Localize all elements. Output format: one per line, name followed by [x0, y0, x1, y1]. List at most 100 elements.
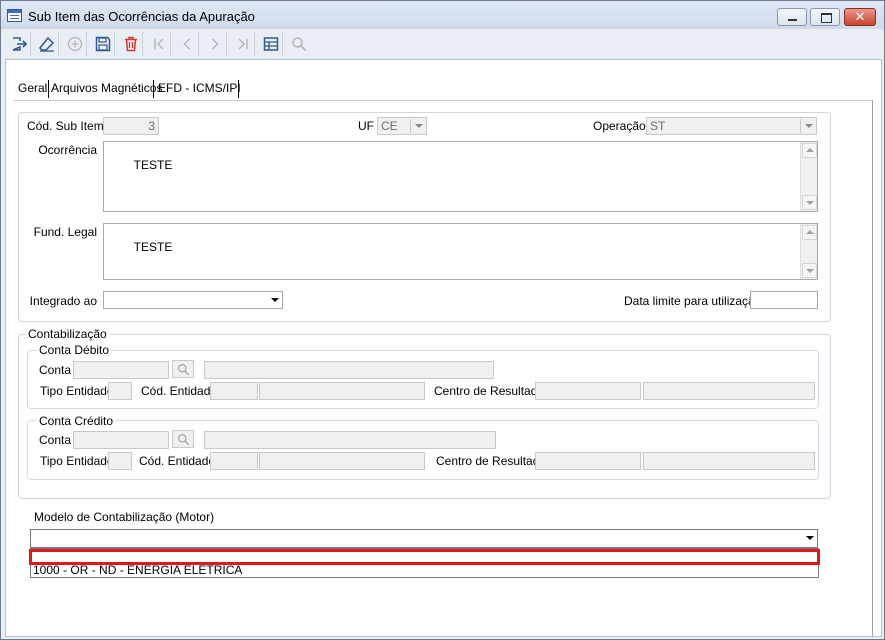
- contabilizacao-label: Contabilização: [26, 327, 109, 341]
- credito-centro-resultado-label: Centro de Resultado: [436, 454, 547, 468]
- tab-separator: [153, 80, 154, 98]
- tab-arquivos-magneticos[interactable]: Arquivos Magnéticos: [49, 78, 164, 100]
- delete-icon: [125, 36, 137, 52]
- tab-efd-icms-ipi[interactable]: EFD - ICMS/IPI: [156, 78, 243, 100]
- debito-centro-resultado-label: Centro de Resultado: [434, 384, 545, 398]
- credito-entidade-description: [259, 452, 425, 470]
- tab-separator: [238, 80, 239, 98]
- grid-view-button[interactable]: [259, 32, 283, 56]
- operacao-select[interactable]: ST: [646, 117, 817, 135]
- grid-view-icon: [263, 37, 279, 51]
- fund-legal-textarea[interactable]: TESTE: [103, 223, 818, 280]
- save-icon: [95, 36, 111, 52]
- chevron-down-icon: [800, 119, 815, 133]
- integrado-select[interactable]: [103, 291, 283, 309]
- general-panel: Cód. Sub Item 3 UF CE Operação ST Ocorrê…: [18, 112, 831, 322]
- conta-debito-group: [27, 350, 819, 409]
- last-record-button[interactable]: [231, 32, 255, 56]
- search-button[interactable]: [287, 32, 311, 56]
- debito-cod-entidade-label: Cód. Entidade: [141, 384, 218, 398]
- conta-debito-field[interactable]: [73, 361, 169, 379]
- scroll-up-icon[interactable]: [802, 143, 817, 158]
- ocorrencia-textarea[interactable]: TESTE: [103, 141, 818, 212]
- data-limite-label: Data limite para utilização:: [624, 294, 765, 308]
- exit-icon: [12, 37, 27, 51]
- conta-debito-search-button[interactable]: [172, 360, 194, 378]
- credito-tipo-entidade-field[interactable]: [108, 452, 132, 470]
- close-icon: ✕: [854, 9, 866, 24]
- debito-centro-resultado-description: [643, 382, 815, 400]
- fund-legal-label: Fund. Legal: [33, 225, 97, 239]
- window-app-icon: [7, 9, 22, 22]
- data-limite-field[interactable]: [750, 291, 818, 309]
- search-icon: [178, 434, 190, 446]
- next-record-button[interactable]: [203, 32, 227, 56]
- credito-centro-resultado-description: [643, 452, 815, 470]
- uf-value: CE: [381, 119, 398, 133]
- last-record-icon: [238, 38, 248, 50]
- clear-button[interactable]: [35, 32, 59, 56]
- cod-sub-item-field[interactable]: 3: [103, 117, 159, 135]
- tab-geral[interactable]: Geral: [16, 78, 49, 100]
- cod-sub-item-label: Cód. Sub Item: [27, 119, 104, 133]
- scroll-up-icon[interactable]: [802, 225, 817, 240]
- operacao-label: Operação: [593, 119, 646, 133]
- conta-credito-field[interactable]: [73, 431, 169, 449]
- tab-underline: [14, 100, 872, 101]
- debito-centro-resultado-field[interactable]: [535, 382, 641, 400]
- ocorrencia-scrollbar[interactable]: [800, 142, 817, 211]
- main-window: Sub Item das Ocorrências da Apuração ✕ G…: [0, 0, 885, 640]
- conta-debito-description: [204, 361, 494, 379]
- debito-tipo-entidade-field[interactable]: [108, 382, 132, 400]
- ocorrencia-label: Ocorrência: [38, 143, 97, 157]
- conta-credito-conta-label: Conta: [39, 433, 72, 447]
- tab-page-edge: [872, 100, 873, 637]
- window-title: Sub Item das Ocorrências da Apuração: [28, 9, 255, 24]
- chevron-down-icon: [410, 119, 425, 133]
- ocorrencia-text: TESTE: [133, 158, 173, 172]
- minimize-button[interactable]: [777, 8, 807, 26]
- chevron-down-icon: [266, 293, 281, 307]
- conta-debito-conta-label: Conta: [39, 363, 72, 377]
- debito-entidade-description: [259, 382, 425, 400]
- uf-label: UF: [358, 119, 374, 133]
- chevron-down-icon: [801, 531, 816, 545]
- scroll-down-icon[interactable]: [802, 263, 817, 278]
- conta-debito-label: Conta Débito: [37, 343, 112, 357]
- title-bar: Sub Item das Ocorrências da Apuração ✕: [1, 1, 884, 29]
- conta-credito-group: [27, 420, 819, 480]
- credito-tipo-entidade-label: Tipo Entidade: [40, 454, 114, 468]
- fund-legal-scrollbar[interactable]: [800, 224, 817, 279]
- maximize-button[interactable]: [810, 8, 840, 26]
- debito-tipo-entidade-label: Tipo Entidade: [40, 384, 114, 398]
- next-record-icon: [212, 38, 219, 50]
- conta-credito-search-button[interactable]: [172, 430, 194, 448]
- previous-record-button[interactable]: [175, 32, 199, 56]
- uf-select[interactable]: CE: [377, 117, 427, 135]
- credito-cod-entidade-label: Cód. Entidade: [139, 454, 216, 468]
- credito-cod-entidade-field[interactable]: [210, 452, 258, 470]
- first-record-icon: [154, 38, 164, 50]
- save-button[interactable]: [91, 32, 115, 56]
- highlight-box: [29, 549, 820, 565]
- scroll-down-icon[interactable]: [802, 195, 817, 210]
- conta-credito-description: [204, 431, 496, 449]
- debito-cod-entidade-field[interactable]: [210, 382, 258, 400]
- eraser-icon: [39, 36, 55, 52]
- delete-button[interactable]: [119, 32, 143, 56]
- dropdown-option-1000[interactable]: 1000 - OR - ND - ENERGIA ELETRICA: [32, 563, 817, 578]
- operacao-value: ST: [650, 119, 666, 133]
- search-icon: [178, 364, 190, 376]
- close-button[interactable]: ✕: [844, 8, 876, 26]
- add-icon: [67, 36, 83, 52]
- previous-record-icon: [183, 38, 190, 50]
- first-record-button[interactable]: [147, 32, 171, 56]
- exit-button[interactable]: [7, 32, 31, 56]
- add-button[interactable]: [63, 32, 87, 56]
- fund-legal-text: TESTE: [133, 240, 173, 254]
- form-client-area: Geral Arquivos Magnéticos EFD - ICMS/IPI…: [5, 59, 882, 637]
- modelo-label: Modelo de Contabilização (Motor): [34, 510, 215, 524]
- modelo-select[interactable]: [30, 529, 818, 548]
- credito-centro-resultado-field[interactable]: [535, 452, 641, 470]
- integrado-label: Integrado ao: [29, 294, 97, 308]
